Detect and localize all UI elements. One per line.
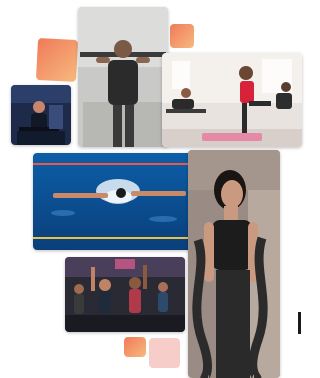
swimming-photo [33, 153, 193, 250]
accent-block-bottom-pink [149, 338, 180, 368]
accent-block-top-center [170, 24, 194, 48]
edge-marker [298, 312, 301, 334]
battle-rope-photo [188, 150, 280, 378]
weightlifting-photo [78, 7, 168, 147]
accent-block-bottom-left [124, 337, 146, 357]
photo-collage [0, 0, 304, 378]
gym-training-photo [11, 85, 71, 145]
accent-block-top-left [35, 37, 79, 83]
fitness-class-photo [65, 257, 185, 332]
group-exercise-photo [162, 53, 302, 147]
